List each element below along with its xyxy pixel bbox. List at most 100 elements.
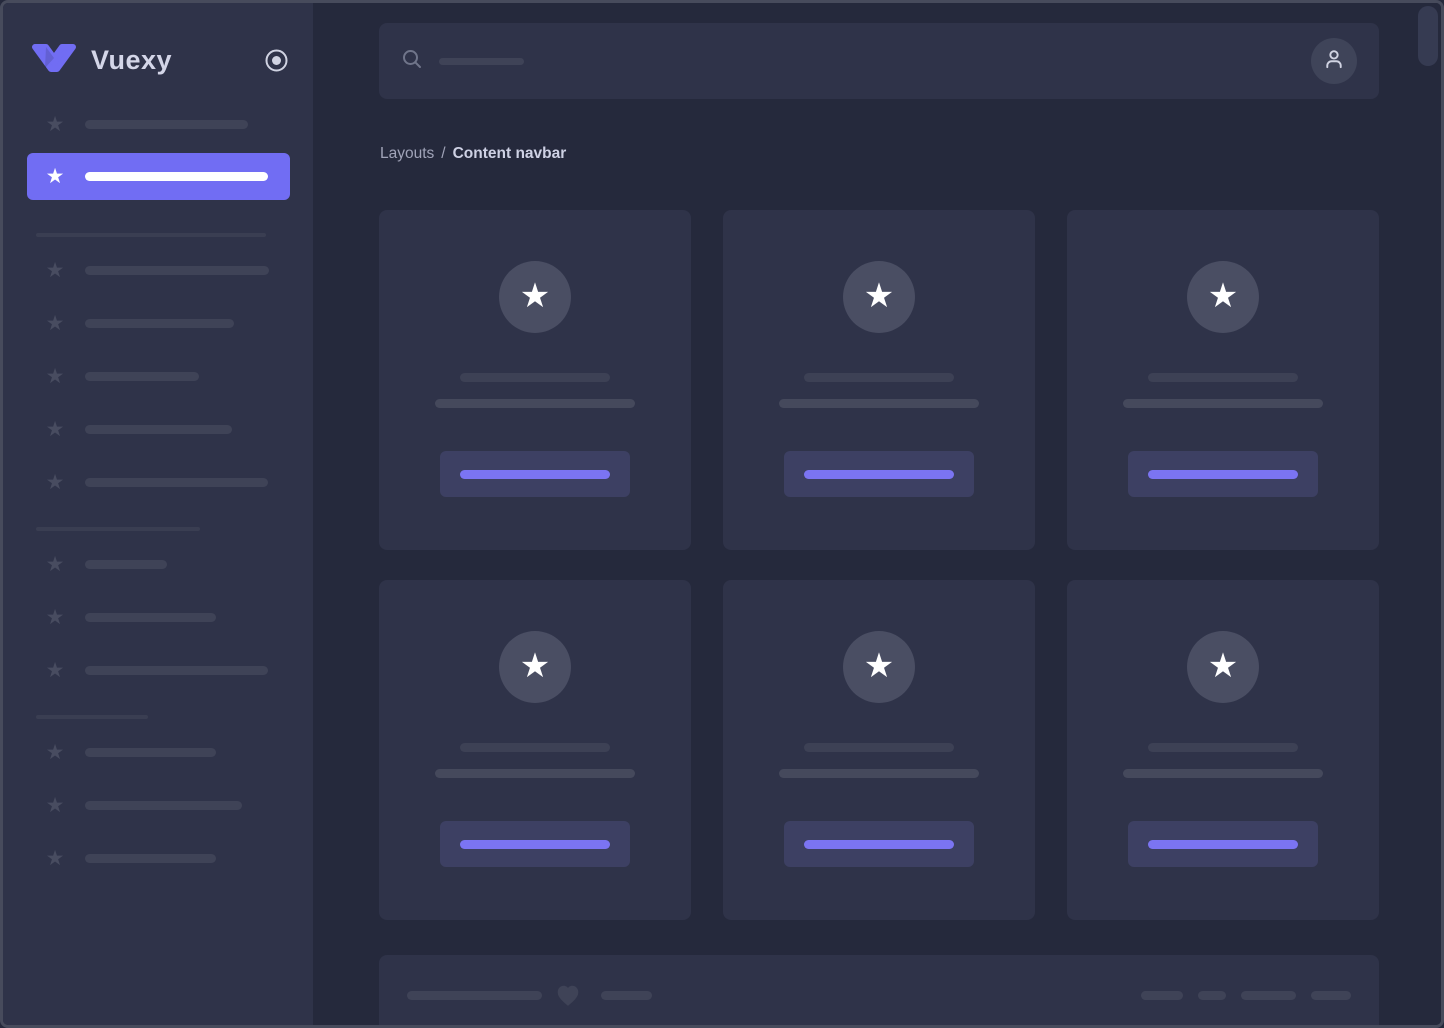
avatar: ★ [843, 261, 915, 333]
avatar: ★ [843, 631, 915, 703]
top-navbar [379, 23, 1379, 99]
footer-link-skeleton[interactable] [1311, 991, 1351, 1000]
card-action-button[interactable] [440, 821, 630, 867]
card-text-skeleton [1123, 769, 1323, 778]
footer [379, 955, 1379, 1028]
sidebar-item-skeleton[interactable]: ★ [27, 258, 290, 282]
star-icon: ★ [43, 419, 67, 440]
footer-text-skeleton [601, 991, 652, 1000]
card-action-button[interactable] [1128, 821, 1318, 867]
button-label-skeleton [1148, 470, 1298, 479]
sidebar-item-label-skeleton [85, 425, 232, 434]
star-icon: ★ [43, 472, 67, 493]
star-icon: ★ [43, 166, 67, 187]
heart-icon [555, 983, 581, 1007]
button-label-skeleton [460, 840, 610, 849]
sidebar-item-skeleton[interactable]: ★ [27, 605, 290, 629]
footer-copyright-skeleton [407, 991, 542, 1000]
card-action-button[interactable] [1128, 451, 1318, 497]
star-icon: ★ [520, 649, 550, 686]
search-input[interactable] [401, 48, 524, 75]
sidebar-header: Vuexy [3, 3, 313, 93]
star-icon: ★ [43, 366, 67, 387]
radio-circle-icon[interactable] [264, 48, 289, 73]
sidebar-section-label: ★ [27, 233, 290, 237]
sidebar-item-label-skeleton [85, 372, 199, 381]
sidebar-item-skeleton[interactable]: ★ [27, 846, 290, 870]
avatar: ★ [1187, 631, 1259, 703]
scrollbar-thumb[interactable] [1418, 6, 1438, 66]
footer-link-skeleton[interactable] [1241, 991, 1296, 1000]
sidebar: Vuexy ★ ★ ★ ★ [3, 3, 313, 1025]
sidebar-item-skeleton[interactable]: ★ [27, 740, 290, 764]
sidebar-item-label-skeleton [85, 666, 268, 675]
star-icon: ★ [43, 742, 67, 763]
placeholder-card: ★ [723, 210, 1035, 550]
footer-link-skeleton[interactable] [1198, 991, 1226, 1000]
sidebar-item-label-skeleton [85, 172, 268, 181]
star-icon: ★ [43, 848, 67, 869]
card-text-skeleton [779, 769, 979, 778]
placeholder-card: ★ [379, 580, 691, 920]
search-placeholder-skeleton [439, 58, 524, 65]
sidebar-item-label-skeleton [85, 120, 248, 129]
vuexy-logo-icon [31, 43, 77, 78]
avatar: ★ [1187, 261, 1259, 333]
placeholder-card: ★ [1067, 210, 1379, 550]
button-label-skeleton [1148, 840, 1298, 849]
card-text-skeleton [435, 399, 635, 408]
breadcrumb-current: Content navbar [453, 145, 567, 163]
footer-links [1141, 991, 1351, 1000]
brand-title: Vuexy [91, 45, 172, 76]
sidebar-item-label-skeleton [85, 478, 268, 487]
card-action-button[interactable] [784, 821, 974, 867]
search-icon [401, 48, 423, 75]
card-text-skeleton [779, 399, 979, 408]
star-icon: ★ [43, 554, 67, 575]
card-grid: ★ ★ [379, 210, 1379, 920]
sidebar-section-label: ★ [27, 715, 290, 719]
star-icon: ★ [1208, 649, 1238, 686]
main-content: Layouts / Content navbar ★ ★ [313, 3, 1441, 1025]
sidebar-item-skeleton[interactable]: ★ [27, 364, 290, 388]
button-label-skeleton [804, 470, 954, 479]
sidebar-item-label-skeleton [85, 319, 234, 328]
card-title-skeleton [460, 373, 610, 382]
card-title-skeleton [804, 743, 954, 752]
sidebar-nav: ★ ★ ★ ★ ★ ★ ★ [3, 93, 313, 870]
card-text-skeleton [1123, 399, 1323, 408]
sidebar-item-label-skeleton [85, 854, 216, 863]
footer-link-skeleton[interactable] [1141, 991, 1183, 1000]
star-icon: ★ [1208, 279, 1238, 316]
sidebar-item-label-skeleton [85, 748, 216, 757]
sidebar-item-skeleton[interactable]: ★ [27, 793, 290, 817]
sidebar-item-skeleton[interactable]: ★ [27, 417, 290, 441]
sidebar-item-skeleton[interactable]: ★ [27, 552, 290, 576]
card-title-skeleton [1148, 373, 1298, 382]
star-icon: ★ [864, 279, 894, 316]
star-icon: ★ [43, 313, 67, 334]
sidebar-section-label: ★ [27, 527, 290, 531]
breadcrumb: Layouts / Content navbar [380, 145, 566, 163]
sidebar-item-label-skeleton [85, 801, 242, 810]
placeholder-card: ★ [723, 580, 1035, 920]
card-title-skeleton [1148, 743, 1298, 752]
user-avatar[interactable] [1311, 38, 1357, 84]
star-icon: ★ [864, 649, 894, 686]
avatar: ★ [499, 631, 571, 703]
sidebar-item-label-skeleton [36, 715, 148, 719]
star-icon: ★ [43, 114, 67, 135]
card-action-button[interactable] [784, 451, 974, 497]
breadcrumb-section[interactable]: Layouts [380, 145, 434, 163]
sidebar-item-skeleton[interactable]: ★ [27, 658, 290, 682]
sidebar-item-skeleton[interactable]: ★ [27, 311, 290, 335]
star-icon: ★ [43, 260, 67, 281]
button-label-skeleton [804, 840, 954, 849]
sidebar-item-active[interactable]: ★ [27, 153, 290, 200]
placeholder-card: ★ [1067, 580, 1379, 920]
card-title-skeleton [460, 743, 610, 752]
sidebar-item-skeleton[interactable]: ★ [27, 112, 290, 136]
card-action-button[interactable] [440, 451, 630, 497]
sidebar-item-skeleton[interactable]: ★ [27, 470, 290, 494]
star-icon: ★ [43, 607, 67, 628]
